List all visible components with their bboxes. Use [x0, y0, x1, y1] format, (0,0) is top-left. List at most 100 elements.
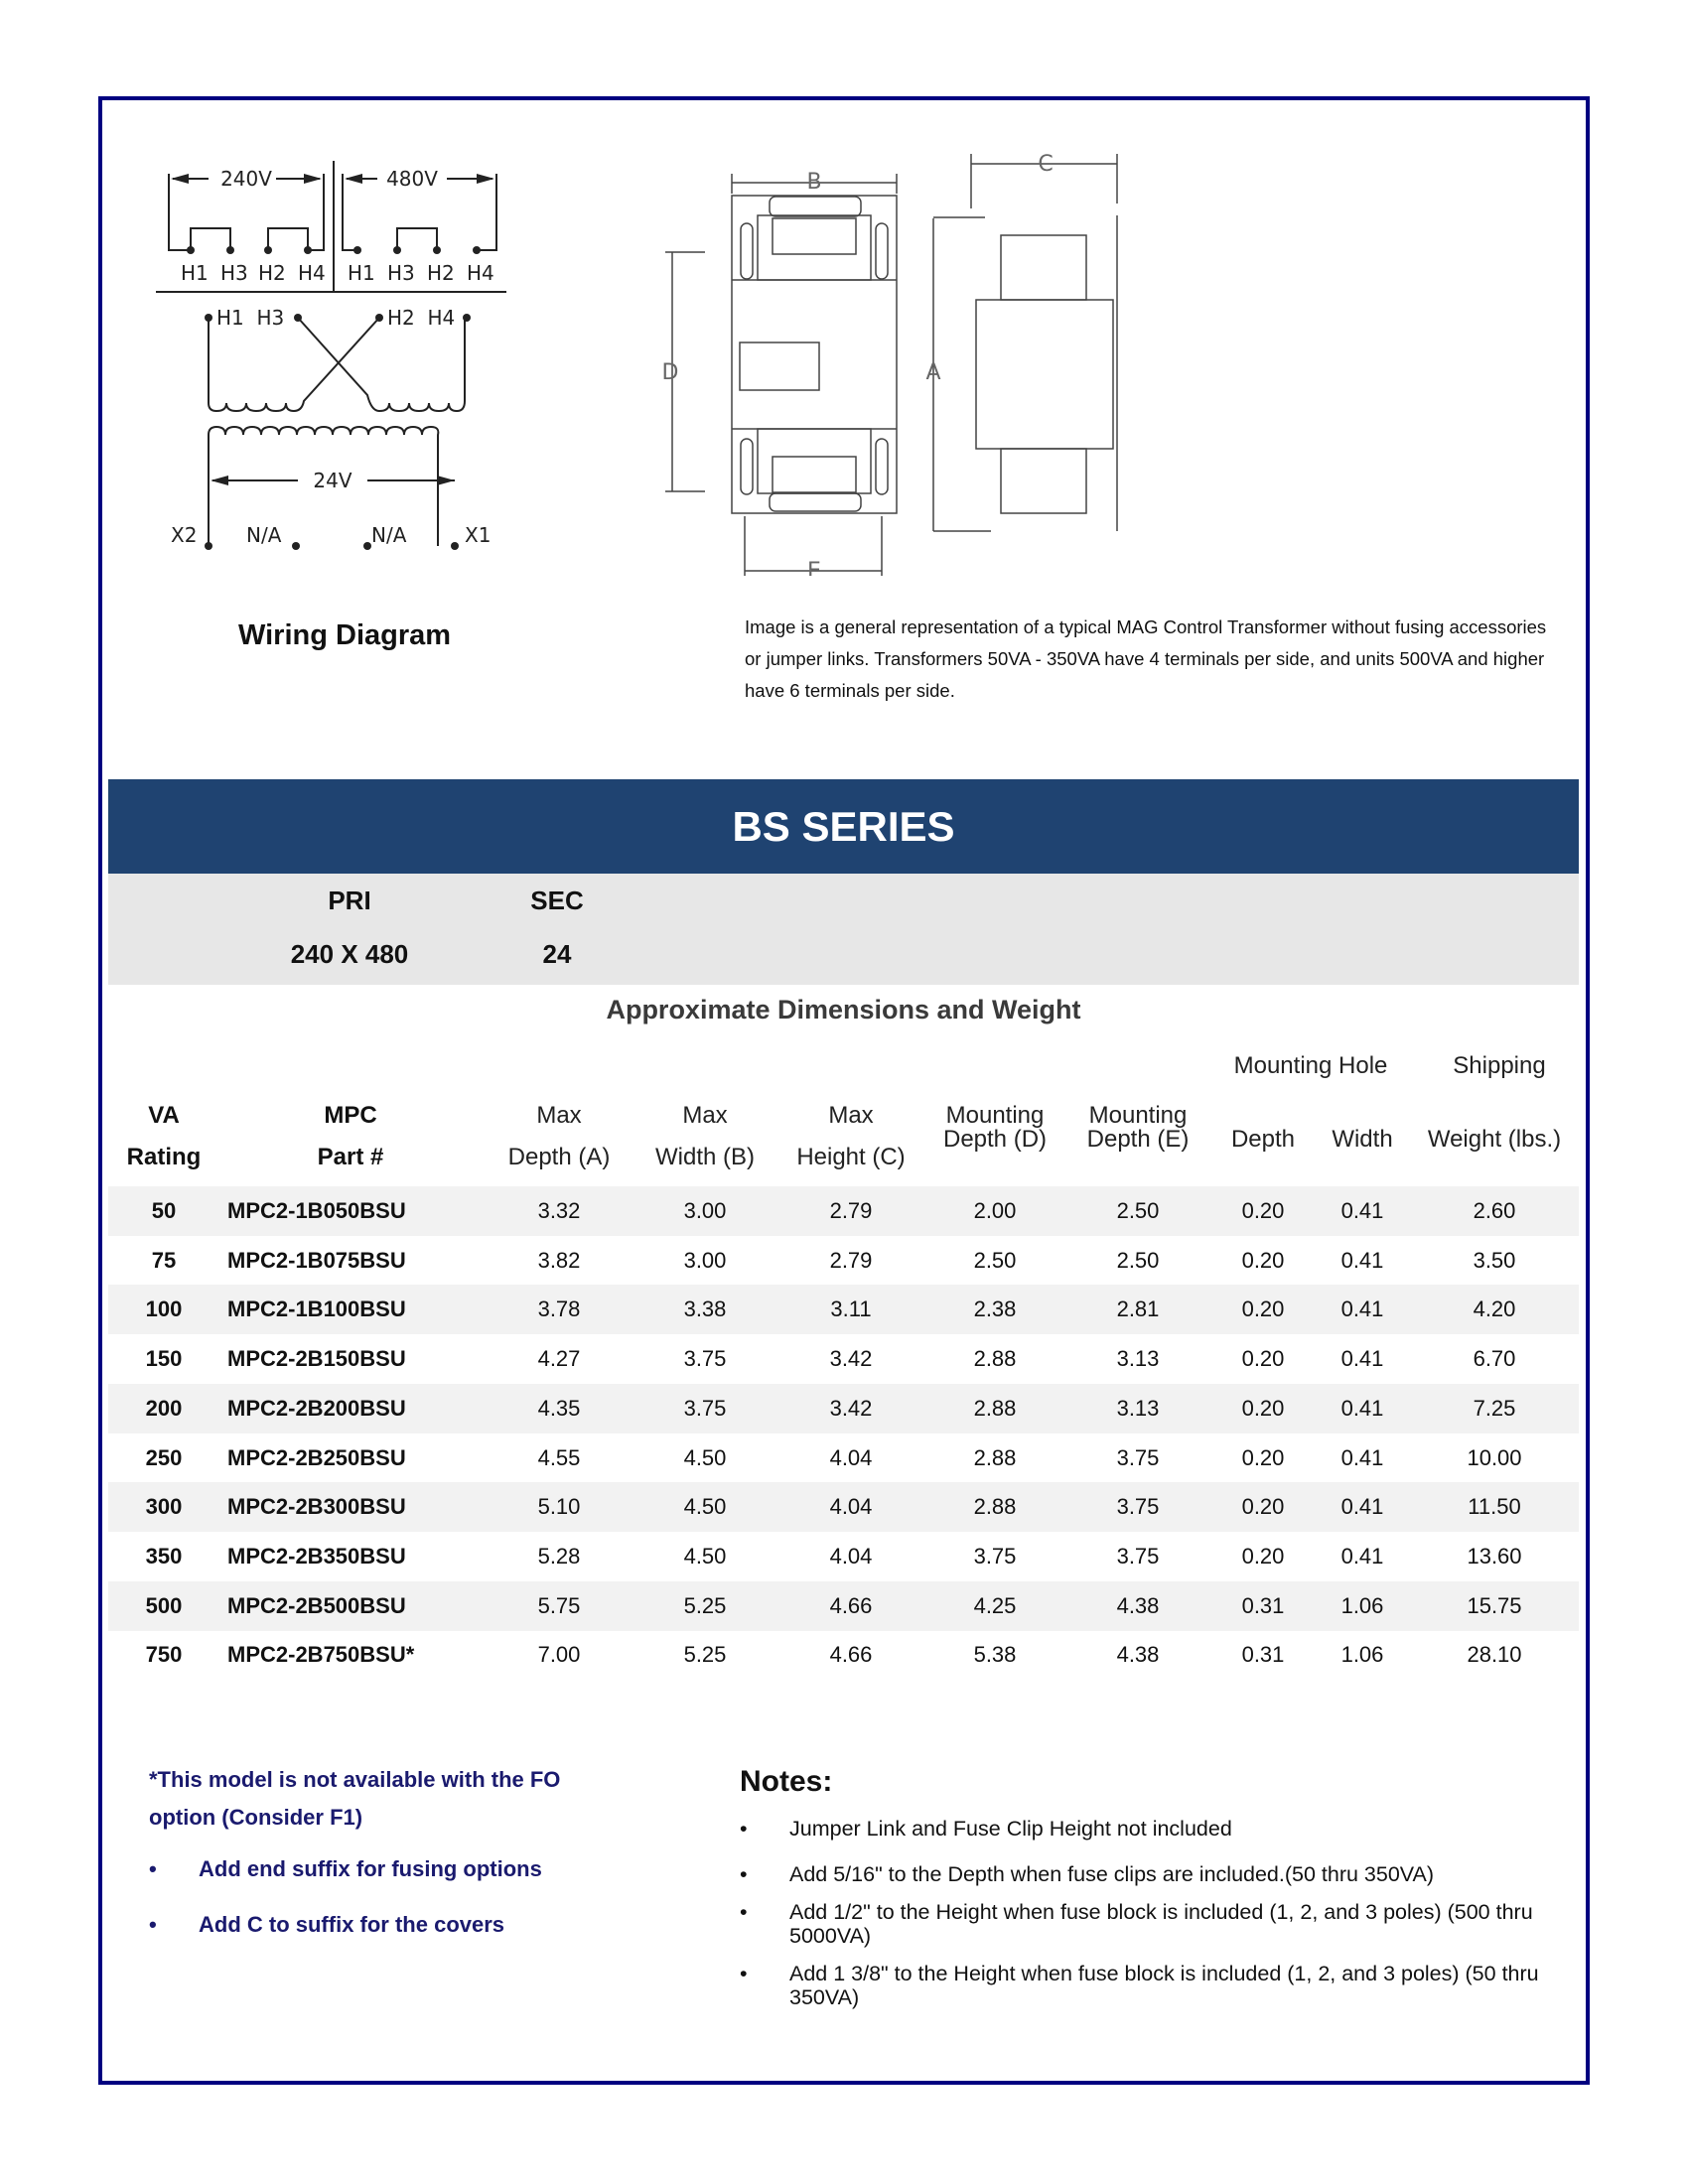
table-cell: MPC2-2B250BSU [227, 1444, 406, 1470]
table-cell: 3.42 [829, 1346, 873, 1372]
table-cell: 3.75 [683, 1346, 727, 1372]
dimension-drawing: B D E C A [662, 152, 1118, 576]
table-cell: 4.50 [683, 1543, 727, 1569]
table-cell: 3.82 [537, 1247, 581, 1273]
table-cell: 0.41 [1340, 1247, 1384, 1273]
table-cell: 250 [145, 1444, 183, 1470]
terminal-h2: H2 [258, 261, 286, 285]
table-cell: 4.35 [537, 1395, 581, 1421]
table-cell: 3.42 [829, 1395, 873, 1421]
header-col-4-line2: Height (C) [796, 1144, 906, 1170]
table-cell: 5.25 [683, 1642, 727, 1668]
table-cell: 4.50 [683, 1444, 727, 1470]
bullet-dot: • [740, 1900, 748, 1924]
table-row: 500 MPC2-2B500BSU 5.75 5.25 4.66 4.25 4.38 0.31… [108, 1580, 1579, 1631]
voltage-band: PRI SEC 240 X 480 24 [108, 874, 1579, 985]
header-col-3-line1: Max [682, 1102, 728, 1129]
terminal-h1: H1 [181, 261, 209, 285]
table-cell: 3.38 [683, 1297, 727, 1322]
header-col-0-line1: VA [148, 1102, 180, 1129]
table-cell: MPC2-1B050BSU [227, 1198, 406, 1223]
dim-label-a: A [925, 360, 940, 385]
header-col-0-line2: Rating [126, 1144, 202, 1170]
dim-label-c: C [1038, 152, 1053, 177]
terminal-h2-480: H2 [427, 261, 455, 285]
bullet-dot: • [740, 1862, 748, 1886]
table-cell: 4.66 [829, 1642, 873, 1668]
table-cell: 0.41 [1340, 1543, 1384, 1569]
table-cell: 4.25 [973, 1592, 1017, 1618]
table-cell: 0.20 [1241, 1543, 1285, 1569]
drawing-caption: Image is a general representation of a t… [745, 616, 1547, 701]
dim-label-e: E [807, 559, 821, 576]
note-text: Add 1 3/8" to the Height when fuse block… [789, 1962, 1539, 2009]
table-cell: 3.75 [1116, 1543, 1160, 1569]
table-cell: 0.31 [1241, 1642, 1285, 1668]
header-col-1-line1: MPC [324, 1102, 377, 1129]
table-cell: 200 [145, 1395, 183, 1421]
table-cell: 0.20 [1241, 1247, 1285, 1273]
table-cell: 2.00 [973, 1198, 1017, 1223]
table-cell: 11.50 [1468, 1494, 1521, 1520]
header-group-shipping: Shipping [1453, 1052, 1546, 1079]
table-cell: 100 [145, 1297, 183, 1322]
table-row: 150 MPC2-2B150BSU 4.27 3.75 3.42 2.88 3.13 0.20… [108, 1334, 1579, 1384]
dim-label-b: B [806, 170, 821, 195]
table-cell: 3.13 [1116, 1346, 1160, 1372]
header-col-1-line2: Part # [317, 1144, 384, 1170]
header-col-2-line2: Depth (A) [507, 1144, 611, 1170]
table-row: 350 MPC2-2B350BSU 5.28 4.50 4.04 3.75 3.75 0.20… [108, 1532, 1579, 1581]
table-cell: 5.10 [537, 1494, 581, 1520]
table-cell: 0.41 [1340, 1346, 1384, 1372]
table-cell: 2.50 [973, 1247, 1017, 1273]
header-group-mounting-hole: Mounting Hole [1233, 1052, 1388, 1079]
header-col-3-line2: Width (B) [654, 1144, 755, 1170]
footnote-bullet-fusing: Add end suffix for fusing options [199, 1856, 542, 1881]
table-cell: 3.11 [830, 1297, 872, 1322]
table-cell: 28.10 [1467, 1642, 1522, 1668]
table-cell: MPC2-2B150BSU [227, 1346, 406, 1372]
table-cell: 2.81 [1116, 1297, 1160, 1322]
table-cell: 1.06 [1340, 1642, 1384, 1668]
table-cell: MPC2-2B750BSU* [227, 1642, 415, 1668]
table-cell: 5.38 [973, 1642, 1017, 1668]
table-cell: 3.75 [1116, 1494, 1160, 1520]
bullet-dot: • [740, 1817, 748, 1841]
header-col-7-line2: Depth [1230, 1126, 1296, 1153]
table-cell: 4.38 [1116, 1592, 1160, 1618]
table-cell: 4.04 [829, 1543, 873, 1569]
asterisk-note-line1: *This model is not available with the FO [149, 1767, 561, 1792]
table-row: 200 MPC2-2B200BSU 4.35 3.75 3.42 2.88 3.13 0.20… [108, 1383, 1579, 1433]
note-text: Add 1/2" to the Height when fuse block i… [789, 1900, 1533, 1948]
header-col-5-line2: Depth (D) [942, 1126, 1048, 1153]
table-cell: 13.60 [1467, 1543, 1522, 1569]
table-cell: 2.50 [1116, 1198, 1160, 1223]
table-cell: MPC2-2B350BSU [227, 1543, 406, 1569]
table-cell: 350 [145, 1543, 183, 1569]
table-cell: 4.27 [537, 1346, 581, 1372]
table-cell: 0.20 [1241, 1346, 1285, 1372]
table-row: 750 MPC2-2B750BSU* 7.00 5.25 4.66 5.38 4.38 0.3… [108, 1630, 1579, 1680]
table-cell: 7.25 [1473, 1395, 1516, 1421]
terminal-h3: H3 [220, 261, 248, 285]
table-cell: 4.20 [1473, 1297, 1516, 1322]
terminal-na-right: N/A [371, 523, 407, 547]
header-col-4-line1: Max [828, 1102, 874, 1129]
label-240v: 240V [220, 167, 272, 191]
bullet-dot: • [149, 1912, 157, 1937]
pri-value: 240 X 480 [290, 939, 409, 969]
label-480v: 480V [386, 167, 438, 191]
table-cell: 5.25 [683, 1592, 727, 1618]
table-cell: 7.00 [537, 1642, 581, 1668]
terminal-h4: H4 [298, 261, 326, 285]
terminal-h3-480: H3 [387, 261, 415, 285]
sec-label: SEC [530, 886, 584, 915]
header-col-2-line1: Max [536, 1102, 582, 1129]
header-col-9-line2: Weight (lbs.) [1427, 1126, 1562, 1153]
table-title: Approximate Dimensions and Weight [606, 995, 1081, 1024]
table-cell: 6.70 [1473, 1346, 1516, 1372]
table-cell: 0.41 [1340, 1494, 1384, 1520]
table-row: 50 MPC2-1B050BSU 3.32 3.00 2.79 2.00 2.50 0.20 0… [108, 1186, 1579, 1236]
table-cell: 150 [145, 1346, 183, 1372]
table-cell: 15.75 [1467, 1592, 1522, 1618]
